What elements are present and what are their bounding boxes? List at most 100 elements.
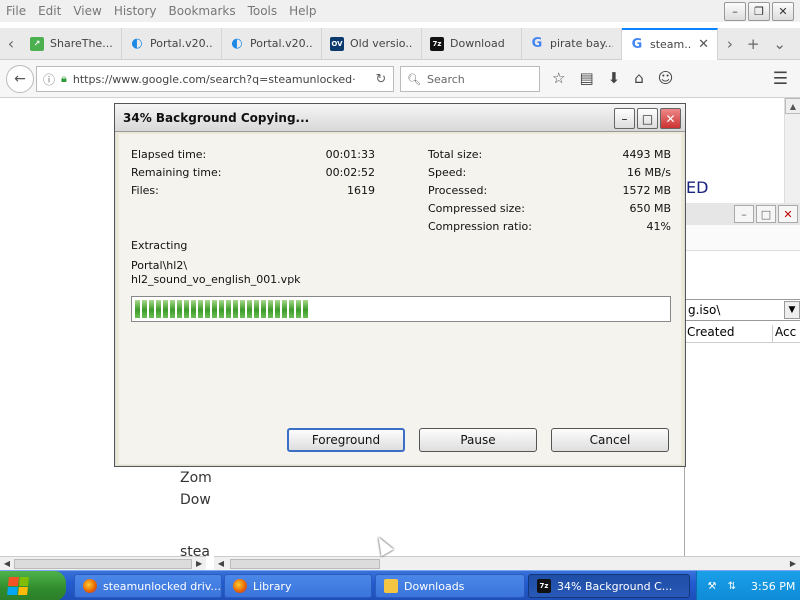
menu-help[interactable]: Help: [283, 4, 322, 18]
browser-tabbar: ‹ ↗ ShareThe... ◐ Portal.v20... ◐ Portal…: [0, 27, 800, 60]
explorer-window-background: – □ ✕ g.iso\ ▼ Created Acc: [684, 203, 800, 563]
home-icon[interactable]: ⌂: [634, 69, 644, 87]
files-value: 1619: [347, 184, 375, 197]
tray-network-icon[interactable]: ⇅: [725, 579, 739, 593]
maximize-icon[interactable]: □: [756, 205, 776, 223]
taskbar-item-steamunlocked[interactable]: steamunlocked driv...: [74, 574, 222, 598]
chevron-down-icon[interactable]: ▼: [784, 301, 800, 319]
progress-segment: [156, 300, 161, 318]
cancel-button[interactable]: Cancel: [551, 428, 669, 452]
tab-label: pirate bay...: [550, 37, 613, 50]
tab-list-icon[interactable]: ⌄: [773, 35, 786, 53]
downloads-arrow-icon[interactable]: ⬇: [608, 69, 621, 87]
portal-icon: ◐: [231, 36, 243, 51]
minimize-icon[interactable]: –: [734, 205, 754, 223]
tab-old-version[interactable]: OV Old versio...: [322, 27, 422, 60]
remaining-value: 00:02:52: [325, 166, 375, 179]
compressed-size-label: Compressed size:: [428, 202, 525, 215]
extract-progress-dialog: 34% Background Copying... – □ ✕ Elapsed …: [114, 103, 686, 467]
tab-tools: › + ⌄: [727, 28, 800, 60]
dialog-body: Elapsed time: 00:01:33 Remaining time: 0…: [119, 134, 681, 464]
compression-ratio-value: 41%: [646, 220, 671, 233]
tab-sharethe[interactable]: ↗ ShareThe...: [22, 27, 122, 60]
pause-button[interactable]: Pause: [419, 428, 537, 452]
scroll-thumb[interactable]: [230, 558, 380, 569]
current-path-folder: Portal\hl2\: [131, 259, 188, 272]
google-icon: G: [531, 36, 543, 51]
current-file-name: hl2_sound_vo_english_001.vpk: [131, 273, 301, 286]
bookmark-star-icon[interactable]: ☆: [552, 69, 565, 87]
tab-portal-1[interactable]: ◐ Portal.v20...: [122, 27, 222, 60]
tab-scroll-left-icon[interactable]: ‹: [0, 28, 22, 60]
remaining-label: Remaining time:: [131, 166, 222, 179]
maximize-icon[interactable]: □: [637, 108, 658, 129]
explorer-address-text[interactable]: g.iso\: [688, 303, 720, 317]
google-icon: G: [631, 37, 643, 52]
tab-scroll-right-icon[interactable]: ›: [727, 35, 733, 53]
url-bar[interactable]: ⓘ 🔒︎ https://www.google.com/search?q=ste…: [36, 66, 394, 92]
scroll-right-icon[interactable]: ▶: [786, 557, 800, 570]
taskbar-item-7zip-progress[interactable]: 7z 34% Background C...: [528, 574, 690, 598]
taskbar-item-library[interactable]: Library: [224, 574, 372, 598]
start-button[interactable]: [0, 571, 66, 600]
minimize-icon[interactable]: –: [614, 108, 635, 129]
speed-value: 16 MB/s: [627, 166, 671, 179]
close-icon[interactable]: ✕: [660, 108, 681, 129]
scroll-left-icon[interactable]: ◀: [0, 557, 14, 570]
close-icon[interactable]: ✕: [772, 2, 794, 21]
left-horizontal-scrollbar[interactable]: ◀ ▶: [0, 556, 206, 570]
hamburger-menu-icon[interactable]: ☰: [773, 69, 788, 89]
left-pane-word-1: Zom: [180, 470, 212, 486]
tab-label: Portal.v20...: [150, 37, 213, 50]
reload-icon[interactable]: ↻: [369, 72, 393, 87]
taskbar-item-label: steamunlocked driv...: [103, 579, 221, 593]
tab-label: Old versio...: [350, 37, 413, 50]
progress-segment: [233, 300, 238, 318]
foreground-button[interactable]: Foreground: [287, 428, 405, 452]
menu-view[interactable]: View: [67, 4, 107, 18]
tray-tools-icon[interactable]: ⚒: [705, 579, 719, 593]
scroll-right-icon[interactable]: ▶: [192, 557, 206, 570]
column-created[interactable]: Created: [685, 325, 773, 342]
progress-segment: [254, 300, 259, 318]
menu-file[interactable]: File: [0, 4, 32, 18]
explorer-column-headers: Created Acc: [685, 325, 800, 343]
new-tab-icon[interactable]: +: [747, 35, 760, 53]
menu-bookmarks[interactable]: Bookmarks: [163, 4, 242, 18]
tab-download[interactable]: 7z Download: [422, 27, 522, 60]
restore-icon[interactable]: ❐: [748, 2, 770, 21]
column-acc[interactable]: Acc: [773, 325, 796, 342]
right-horizontal-scrollbar[interactable]: ◀ ▶: [214, 556, 800, 570]
taskbar-item-downloads[interactable]: Downloads: [375, 574, 525, 598]
menu-tools[interactable]: Tools: [242, 4, 284, 18]
browser-vertical-scrollbar[interactable]: ▲: [784, 98, 800, 218]
info-icon[interactable]: ⓘ: [43, 71, 55, 88]
progress-segment: [247, 300, 252, 318]
close-icon[interactable]: ✕: [778, 205, 798, 223]
progress-segment: [177, 300, 182, 318]
menu-edit[interactable]: Edit: [32, 4, 67, 18]
page-fragment-ed: ED: [686, 178, 709, 197]
reader-list-icon[interactable]: ▤: [579, 69, 593, 87]
tab-close-icon[interactable]: ✕: [698, 37, 709, 52]
scroll-left-icon[interactable]: ◀: [214, 557, 228, 570]
scroll-thumb[interactable]: [13, 558, 193, 569]
tab-steam-active[interactable]: G steam... ✕: [622, 27, 718, 60]
search-input[interactable]: 🔍︎ Search: [400, 66, 540, 92]
dialog-titlebar[interactable]: 34% Background Copying... – □ ✕: [115, 104, 685, 132]
clock[interactable]: 3:56 PM: [751, 580, 795, 593]
tab-pirate-bay[interactable]: G pirate bay...: [522, 27, 622, 60]
tab-portal-2[interactable]: ◐ Portal.v20...: [222, 27, 322, 60]
menu-history[interactable]: History: [108, 4, 163, 18]
minimize-icon[interactable]: –: [724, 2, 746, 21]
explorer-toolbar: [685, 225, 800, 251]
url-text[interactable]: https://www.google.com/search?q=steamunl…: [73, 73, 363, 86]
explorer-titlebar: – □ ✕: [685, 203, 800, 225]
nav-icons: ☆ ▤ ⬇ ⌂ ☺: [552, 69, 673, 87]
smiley-icon[interactable]: ☺: [658, 69, 674, 87]
extract-progress-bar: [131, 296, 671, 322]
scroll-up-icon[interactable]: ▲: [785, 98, 800, 114]
operation-label: Extracting: [131, 239, 188, 252]
explorer-address-bar[interactable]: g.iso\ ▼: [685, 299, 800, 321]
back-arrow-icon[interactable]: ←: [6, 65, 34, 93]
